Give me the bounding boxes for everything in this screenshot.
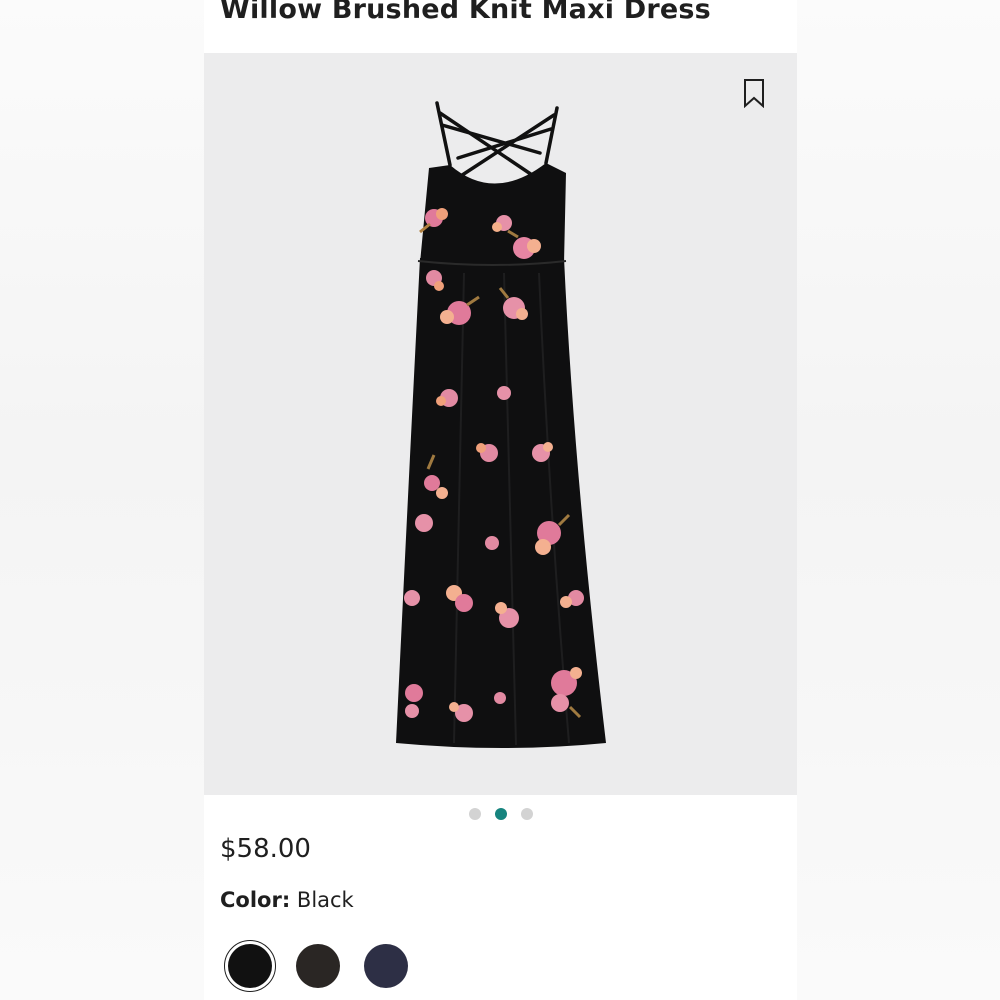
color-row: Color: Black (220, 888, 354, 912)
carousel-pagination (204, 808, 797, 820)
swatch-charcoal-fill (296, 944, 340, 988)
swatch-navy-fill (364, 944, 408, 988)
swatch-black[interactable] (224, 940, 276, 992)
color-label: Color: (220, 888, 291, 912)
swatch-navy[interactable] (360, 940, 412, 992)
background-left (0, 0, 204, 1000)
product-price: $58.00 (220, 834, 311, 864)
color-swatches (224, 940, 412, 992)
bookmark-icon[interactable] (743, 78, 765, 108)
product-image (396, 101, 606, 748)
swatch-charcoal[interactable] (292, 940, 344, 992)
swatch-black-fill (228, 944, 272, 988)
color-value: Black (296, 888, 354, 912)
carousel-dot-3[interactable] (520, 808, 533, 820)
background-right (796, 0, 1000, 1000)
product-card: Willow Brushed Knit Maxi Dress $58.00 Co… (204, 0, 797, 1000)
product-image-carousel[interactable] (204, 53, 797, 795)
carousel-dot-2[interactable] (494, 808, 507, 820)
carousel-dot-1[interactable] (468, 808, 481, 820)
product-title: Willow Brushed Knit Maxi Dress (220, 0, 711, 25)
